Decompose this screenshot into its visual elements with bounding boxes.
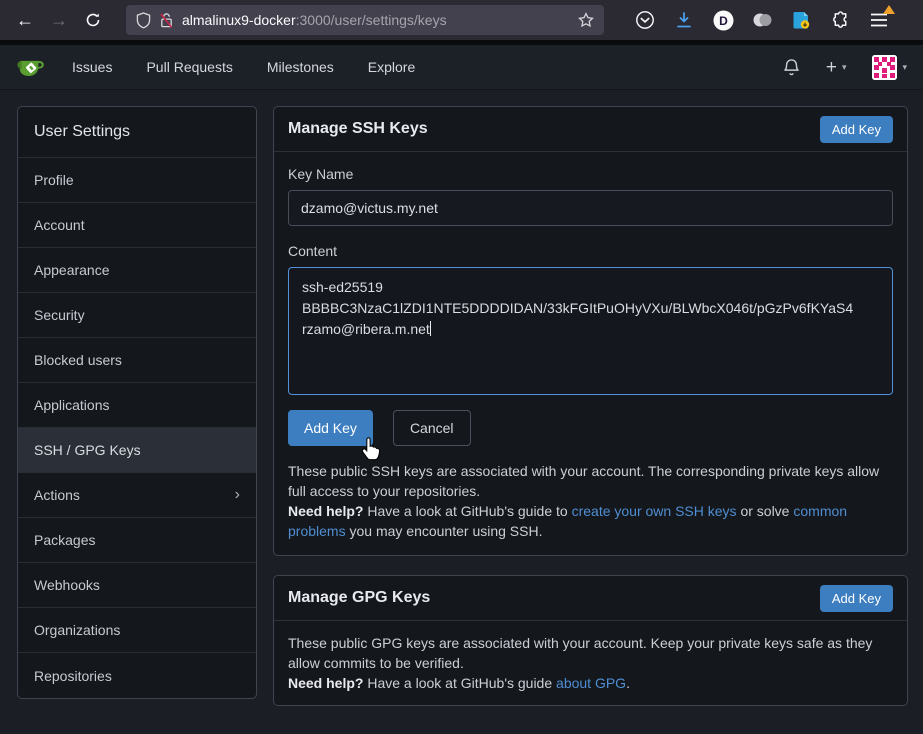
ssh-panel-body: Key Name Content ssh-ed25519 BBBBC3NzaC1… (274, 152, 907, 555)
url-text: almalinux9-docker:3000/user/settings/key… (182, 12, 570, 28)
puzzle-extensions-icon[interactable] (829, 9, 851, 31)
notifications-button[interactable] (783, 58, 800, 77)
shield-icon[interactable] (136, 12, 151, 29)
downloads-icon[interactable] (673, 9, 695, 31)
user-menu-dropdown[interactable]: ▾ (872, 55, 907, 80)
nav-link-explore[interactable]: Explore (368, 59, 415, 75)
sidebar-item-blocked-users[interactable]: Blocked users (18, 338, 256, 383)
menu-hamburger-icon[interactable] (868, 9, 890, 31)
sidebar-item-profile[interactable]: Profile (18, 158, 256, 203)
nav-link-issues[interactable]: Issues (72, 59, 112, 75)
user-avatar (872, 55, 897, 80)
chevron-down-icon: ▾ (902, 62, 907, 73)
gitea-logo-icon[interactable] (16, 52, 46, 82)
reload-button[interactable] (78, 5, 108, 35)
account-containers-icon[interactable] (751, 9, 773, 31)
sidebar-item-webhooks[interactable]: Webhooks (18, 563, 256, 608)
browser-toolbar: ← → almalinux9-docker:3000/user/settings… (0, 0, 923, 40)
pocket-icon[interactable] (634, 9, 656, 31)
manage-ssh-keys-panel: Manage SSH Keys Add Key Key Name Content… (273, 106, 908, 556)
cancel-button[interactable]: Cancel (393, 410, 471, 446)
create-ssh-keys-link[interactable]: create your own SSH keys (572, 503, 737, 519)
ssh-help-text: These public SSH keys are associated wit… (288, 461, 893, 541)
chevron-right-icon: › (235, 486, 240, 504)
insecure-lock-icon[interactable] (159, 12, 174, 29)
sidebar-item-applications[interactable]: Applications (18, 383, 256, 428)
menu-update-badge (883, 5, 895, 14)
plus-icon: + (826, 58, 837, 77)
sidebar-item-appearance[interactable]: Appearance (18, 248, 256, 293)
ssh-panel-header: Manage SSH Keys Add Key (274, 107, 907, 152)
sidebar-item-packages[interactable]: Packages (18, 518, 256, 563)
sidebar-title: User Settings (18, 107, 256, 158)
gpg-panel-header: Manage GPG Keys Add Key (274, 576, 907, 621)
ssh-help-line2: Need help? Have a look at GitHub's guide… (288, 501, 893, 541)
sidebar-item-organizations[interactable]: Organizations (18, 608, 256, 653)
ssh-key-content-text: ssh-ed25519 BBBBC3NzaC1lZDI1NTE5DDDDIDAN… (302, 279, 853, 337)
nav-link-milestones[interactable]: Milestones (267, 59, 334, 75)
manage-gpg-keys-panel: Manage GPG Keys Add Key These public GPG… (273, 575, 908, 706)
ssh-panel-title: Manage SSH Keys (288, 120, 428, 138)
sidebar-item-actions[interactable]: Actions› (18, 473, 256, 518)
nav-link-pull-requests[interactable]: Pull Requests (146, 59, 232, 75)
form-buttons: Add Key Cancel (288, 410, 893, 446)
ssh-key-content-textarea[interactable]: ssh-ed25519 BBBBC3NzaC1lZDI1NTE5DDDDIDAN… (288, 267, 893, 395)
browser-window: ← → almalinux9-docker:3000/user/settings… (0, 0, 923, 734)
settings-main: Manage SSH Keys Add Key Key Name Content… (273, 106, 908, 706)
sidebar-item-security[interactable]: Security (18, 293, 256, 338)
url-path: :3000/user/settings/keys (296, 12, 447, 28)
url-bar[interactable]: almalinux9-docker:3000/user/settings/key… (126, 5, 604, 35)
forward-button[interactable]: → (44, 5, 74, 35)
reload-icon (85, 12, 101, 28)
settings-page: User Settings Profile Account Appearance… (0, 90, 923, 706)
chevron-down-icon: ▾ (842, 62, 847, 73)
gpg-help-line1: These public GPG keys are associated wit… (288, 633, 893, 673)
gpg-add-key-header-button[interactable]: Add Key (820, 585, 893, 612)
extension-d-icon[interactable]: D (712, 9, 734, 31)
url-host: almalinux9-docker (182, 12, 296, 28)
extension-area: D (634, 9, 890, 31)
gpg-help-line2: Need help? Have a look at GitHub's guide… (288, 673, 893, 693)
navbar-links: Issues Pull Requests Milestones Explore (72, 59, 415, 75)
sidebar-item-repositories[interactable]: Repositories (18, 653, 256, 698)
create-new-dropdown[interactable]: + ▾ (826, 58, 847, 77)
about-gpg-link[interactable]: about GPG (556, 675, 626, 691)
key-name-label: Key Name (288, 166, 893, 182)
bell-icon (783, 58, 800, 77)
gpg-panel-body: These public GPG keys are associated wit… (274, 621, 907, 705)
svg-text:D: D (719, 14, 728, 28)
sidebar-item-account[interactable]: Account (18, 203, 256, 248)
sidebar-item-ssh-gpg-keys[interactable]: SSH / GPG Keys (18, 428, 256, 473)
settings-sidebar: User Settings Profile Account Appearance… (17, 106, 257, 699)
text-caret (430, 321, 431, 336)
gpg-panel-title: Manage GPG Keys (288, 589, 430, 607)
document-extension-icon[interactable] (790, 9, 812, 31)
ssh-help-line1: These public SSH keys are associated wit… (288, 461, 893, 501)
key-name-input[interactable] (288, 190, 893, 226)
ssh-add-key-header-button[interactable]: Add Key (820, 116, 893, 143)
add-key-submit-button[interactable]: Add Key (288, 410, 373, 446)
gpg-help-text: These public GPG keys are associated wit… (288, 633, 893, 693)
gitea-navbar: Issues Pull Requests Milestones Explore … (0, 45, 923, 90)
navbar-right: + ▾ ▾ (783, 55, 907, 80)
bookmark-star-icon[interactable] (578, 12, 594, 28)
back-button[interactable]: ← (10, 5, 40, 35)
content-label: Content (288, 243, 893, 259)
